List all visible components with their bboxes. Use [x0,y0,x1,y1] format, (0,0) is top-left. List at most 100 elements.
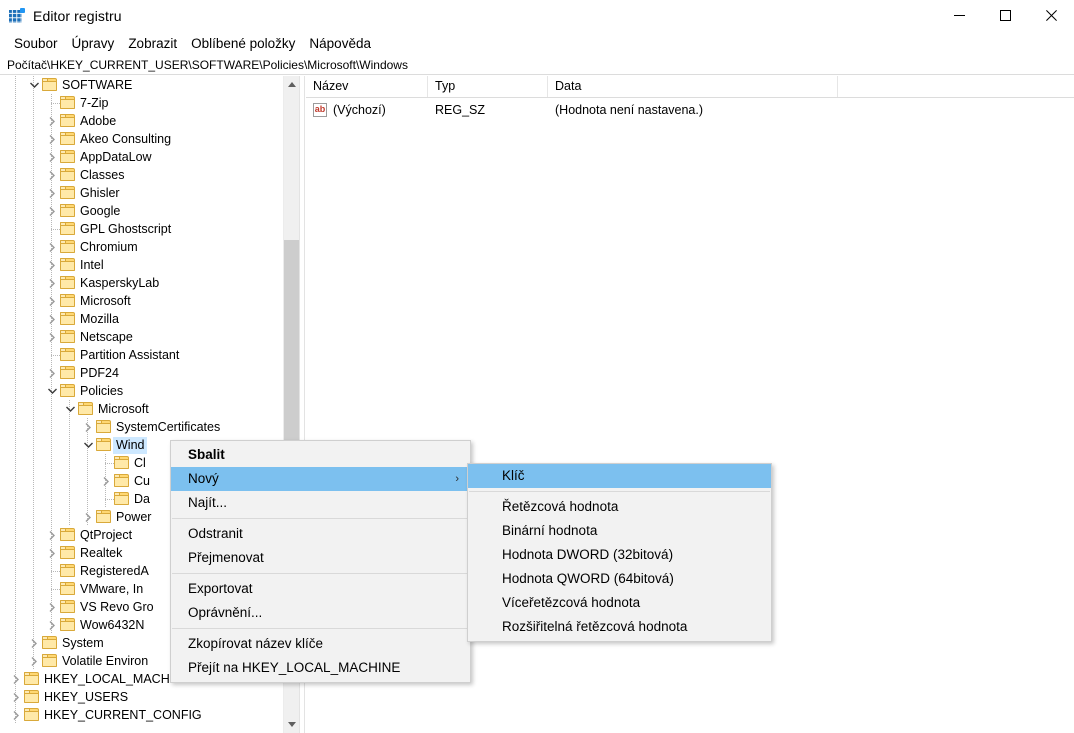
context-menu-item-exportovat[interactable]: Exportovat [171,577,470,601]
tree-node-ghisler[interactable]: Ghisler [0,184,283,202]
chevron-right-icon[interactable] [44,364,60,382]
chevron-right-icon[interactable] [44,274,60,292]
tree-node-pdf24[interactable]: PDF24 [0,364,283,382]
tree-guide-line [15,382,16,400]
chevron-right-icon[interactable] [44,310,60,328]
table-row[interactable]: ab(Výchozí)REG_SZ(Hodnota není nastavena… [306,100,1074,120]
tree-node-partition-assistant[interactable]: Partition Assistant [0,346,283,364]
chevron-right-icon[interactable] [44,328,60,346]
chevron-right-icon[interactable] [44,544,60,562]
submenu-item-et-zcov-hodnota[interactable]: Řetězcová hodnota [468,495,771,519]
submenu-item-v-ce-et-zcov-hodnota[interactable]: Víceřetězcová hodnota [468,591,771,615]
chevron-down-icon[interactable] [80,436,96,454]
tree-node-label: Partition Assistant [77,347,182,364]
chevron-right-icon[interactable] [44,130,60,148]
chevron-right-icon[interactable] [44,526,60,544]
tree-node-label: SOFTWARE [59,77,135,94]
column-header-typ[interactable]: Typ [428,76,548,97]
tree-node-policies[interactable]: Policies [0,382,283,400]
tree-node-netscape[interactable]: Netscape [0,328,283,346]
chevron-right-icon[interactable] [44,202,60,220]
context-menu-item-opr-vn-n[interactable]: Oprávnění... [171,601,470,625]
chevron-down-icon[interactable] [26,76,42,94]
submenu-item-kl[interactable]: Klíč [468,464,771,488]
minimize-button[interactable] [936,0,982,31]
tree-guide-line [33,112,34,130]
context-menu-item-zkop-rovat-n-zev-kl-e[interactable]: Zkopírovat název klíče [171,632,470,656]
tree-node-kasperskylab[interactable]: KasperskyLab [0,274,283,292]
close-button[interactable] [1028,0,1074,31]
chevron-right-icon[interactable] [44,166,60,184]
chevron-right-icon[interactable] [44,292,60,310]
tree-guide-line [33,526,34,544]
tree-node-google[interactable]: Google [0,202,283,220]
chevron-right-icon[interactable] [26,652,42,670]
chevron-right-icon[interactable] [44,112,60,130]
submenu-item-hodnota-dword-32bitov[interactable]: Hodnota DWORD (32bitová) [468,543,771,567]
context-menu-item-p-ejmenovat[interactable]: Přejmenovat [171,546,470,570]
tree-node-7-zip[interactable]: 7-Zip [0,94,283,112]
submenu-item-bin-rn-hodnota[interactable]: Binární hodnota [468,519,771,543]
scroll-down-arrow[interactable] [284,716,299,733]
menubar-item-obl-ben-polo-ky[interactable]: Oblíbené položky [184,34,302,53]
tree-guide-line [15,454,16,472]
tree-guide-line [15,598,16,616]
folder-icon [24,672,39,685]
tree-node-classes[interactable]: Classes [0,166,283,184]
chevron-right-icon[interactable] [80,508,96,526]
submenu-item-hodnota-qword-64bitov[interactable]: Hodnota QWORD (64bitová) [468,567,771,591]
tree-node-chromium[interactable]: Chromium [0,238,283,256]
close-icon [1046,10,1057,21]
tree-node-appdatalow[interactable]: AppDataLow [0,148,283,166]
chevron-right-icon[interactable] [26,634,42,652]
tree-node-adobe[interactable]: Adobe [0,112,283,130]
tree-node-hkey_users[interactable]: HKEY_USERS [0,688,283,706]
tree-node-microsoft[interactable]: Microsoft [0,292,283,310]
address-bar[interactable]: Počítač\HKEY_CURRENT_USER\SOFTWARE\Polic… [0,55,1074,75]
tree-node-systemcertificates[interactable]: SystemCertificates [0,418,283,436]
scroll-up-arrow[interactable] [284,76,299,93]
chevron-right-icon[interactable] [8,688,24,706]
chevron-down-icon[interactable] [62,400,78,418]
tree-node-mozilla[interactable]: Mozilla [0,310,283,328]
tree-guide-line [15,292,16,310]
tree-guide-line [15,634,16,652]
chevron-right-icon[interactable] [80,418,96,436]
menubar-item-n-pov-da[interactable]: Nápověda [302,34,378,53]
tree-node-gpl-ghostscript[interactable]: GPL Ghostscript [0,220,283,238]
chevron-right-icon[interactable] [44,148,60,166]
tree-guide-line [33,598,34,616]
context-menu[interactable]: SbalitNový›Najít... OdstranitPřejmenovat E… [170,440,471,683]
menubar-item-pravy[interactable]: Úpravy [65,34,122,53]
tree-node-software[interactable]: SOFTWARE [0,76,283,94]
chevron-right-icon[interactable] [44,256,60,274]
menu-separator [172,628,469,629]
tree-node-label: System [59,635,107,652]
new-submenu[interactable]: KlíčŘetězcová hodnotaBinární hodnotaHodn… [467,463,772,642]
chevron-right-icon[interactable] [44,238,60,256]
maximize-button[interactable] [982,0,1028,31]
tree-node-hkey_current_config[interactable]: HKEY_CURRENT_CONFIG [0,706,283,724]
chevron-right-icon[interactable] [8,706,24,724]
context-menu-item-sbalit[interactable]: Sbalit [171,443,470,467]
chevron-right-icon[interactable] [44,616,60,634]
tree-node-intel[interactable]: Intel [0,256,283,274]
context-menu-item-naj-t[interactable]: Najít... [171,491,470,515]
submenu-item-roz-i-iteln-et-zcov-hodnota[interactable]: Rozšiřitelná řetězcová hodnota [468,615,771,639]
chevron-right-icon[interactable] [44,598,60,616]
menubar-item-soubor[interactable]: Soubor [7,34,65,53]
tree-guide-line [33,382,34,400]
context-menu-item-odstranit[interactable]: Odstranit [171,522,470,546]
tree-node-microsoft[interactable]: Microsoft [0,400,283,418]
context-menu-item-p-ej-t-na-hkey_local_machine[interactable]: Přejít na HKEY_LOCAL_MACHINE [171,656,470,680]
chevron-right-icon[interactable] [44,184,60,202]
tree-node-akeo-consulting[interactable]: Akeo Consulting [0,130,283,148]
column-header-data[interactable]: Data [548,76,838,97]
folder-icon [60,528,75,541]
column-header-n-zev[interactable]: Název [306,76,428,97]
chevron-down-icon[interactable] [44,382,60,400]
chevron-right-icon[interactable] [98,472,114,490]
chevron-right-icon[interactable] [8,670,24,688]
context-menu-item-nov[interactable]: Nový› [171,467,470,491]
menubar-item-zobrazit[interactable]: Zobrazit [121,34,184,53]
